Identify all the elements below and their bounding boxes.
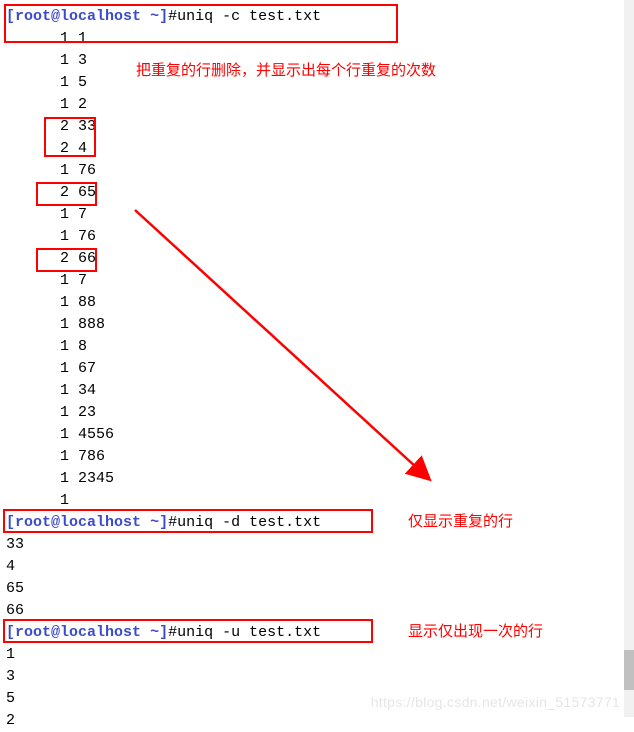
command-2: uniq -d test.txt [177,514,321,531]
output-row: 1 2 [6,94,624,116]
output-row: 1 [6,490,624,512]
output-row: 1 23 [6,402,624,424]
output-row: 1 76 [6,160,624,182]
output-row: 1 34 [6,380,624,402]
prompt-line-1: [root@localhost ~]#uniq -c test.txt [6,6,624,28]
prompt-user: [root@localhost [6,8,150,25]
output-row: 1 4556 [6,424,624,446]
output-row: 1 2345 [6,468,624,490]
output-row: 2 33 [6,116,624,138]
output-row: 1 888 [6,314,624,336]
output-row: 65 [6,578,624,600]
scrollbar-track[interactable] [624,0,634,717]
output-row: 1 7 [6,204,624,226]
output-row: 3 [6,666,624,688]
scrollbar-thumb[interactable] [624,650,634,690]
output-row: 4 [6,556,624,578]
output-row: 1 8 [6,336,624,358]
prompt-line-2: [root@localhost ~]#uniq -d test.txt [6,512,624,534]
output-row: 66 [6,600,624,622]
output-row: 2 66 [6,248,624,270]
output-row: 33 [6,534,624,556]
output-row: 2 65 [6,182,624,204]
output-row: 1 1 [6,28,624,50]
output-row: 2 4 [6,138,624,160]
annotation-2: 仅显示重复的行 [408,511,513,533]
output-row: 1 [6,644,624,666]
output-row: 2 [6,710,624,732]
output-row: 1 7 [6,270,624,292]
command-1: uniq -c test.txt [177,8,321,25]
annotation-1: 把重复的行删除，并显示出每个行重复的次数 [136,60,436,82]
output-row: 1 786 [6,446,624,468]
output-row: 1 76 [6,226,624,248]
watermark: https://blog.csdn.net/weixin_51573771 [371,691,620,713]
annotation-3: 显示仅出现一次的行 [408,621,543,643]
output-row: 1 67 [6,358,624,380]
command-3: uniq -u test.txt [177,624,321,641]
output-row: 1 88 [6,292,624,314]
